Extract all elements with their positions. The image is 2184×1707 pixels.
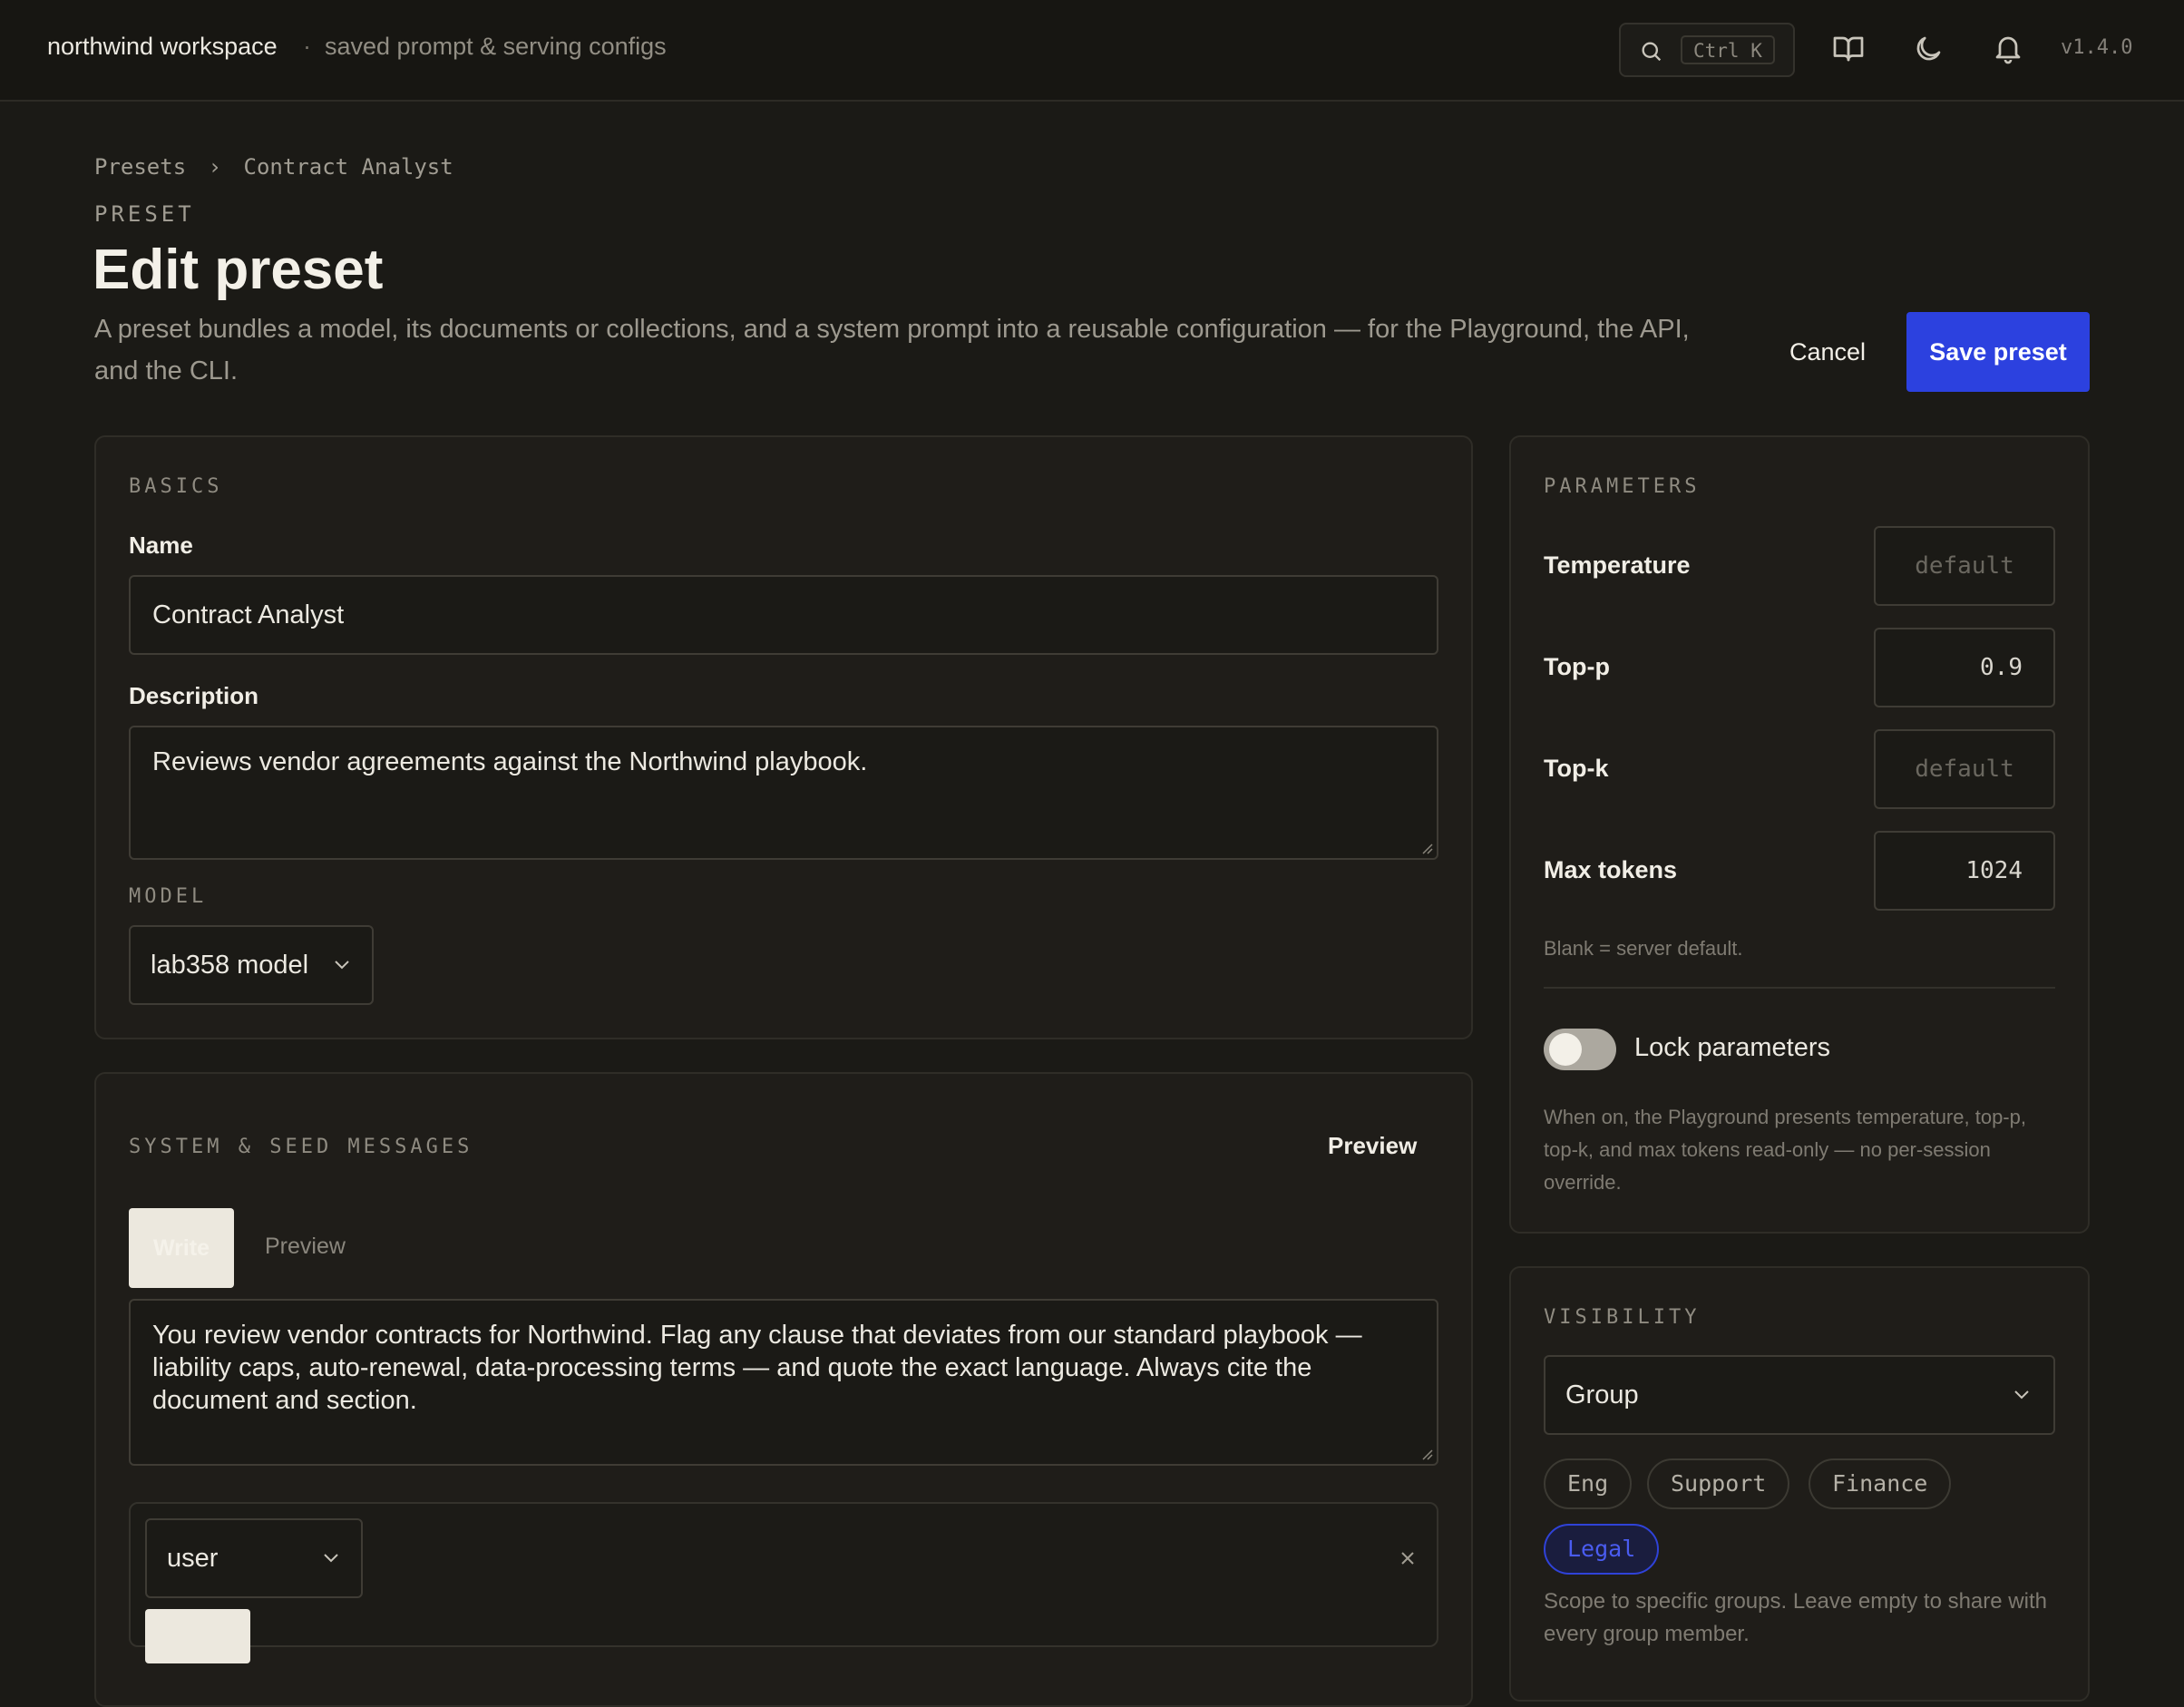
notifications-bell-icon[interactable] bbox=[1992, 33, 2024, 65]
messages-section-label: SYSTEM & SEED MESSAGES bbox=[129, 1136, 473, 1158]
resize-handle-icon[interactable] bbox=[1420, 1448, 1433, 1460]
top-bar: northwind workspace · saved prompt & ser… bbox=[0, 0, 2184, 102]
description-label: Description bbox=[129, 682, 259, 709]
top-p-label: Top-p bbox=[1544, 653, 1610, 680]
description-textarea[interactable]: Reviews vendor agreements against the No… bbox=[129, 726, 1438, 860]
breadcrumb-presets[interactable]: Presets bbox=[94, 154, 186, 180]
temperature-input[interactable]: default bbox=[1874, 526, 2055, 606]
breadcrumb: Presets › Contract Analyst bbox=[94, 154, 453, 180]
breadcrumb-current: Contract Analyst bbox=[243, 154, 453, 180]
lock-parameters-toggle[interactable] bbox=[1544, 1029, 1616, 1070]
name-label: Name bbox=[129, 532, 193, 559]
page-eyebrow: PRESET bbox=[94, 201, 195, 227]
top-k-label: Top-k bbox=[1544, 755, 1609, 782]
top-k-input[interactable]: default bbox=[1874, 729, 2055, 809]
tab-preview[interactable]: Preview bbox=[265, 1234, 346, 1260]
page-title: Edit preset bbox=[93, 239, 384, 301]
group-chip-support[interactable]: Support bbox=[1647, 1458, 1790, 1509]
search-shortcut: Ctrl K bbox=[1681, 35, 1775, 64]
chevron-down-icon bbox=[2014, 1390, 2029, 1400]
workspace-name[interactable]: northwind workspace bbox=[47, 33, 278, 61]
name-value: Contract Analyst bbox=[152, 600, 345, 629]
breadcrumb-separator: › bbox=[208, 154, 222, 180]
parameters-hint: Blank = server default. bbox=[1544, 937, 1743, 960]
seed-tab-write[interactable] bbox=[145, 1609, 250, 1663]
system-prompt-textarea[interactable]: You review vendor contracts for Northwin… bbox=[129, 1299, 1438, 1466]
top-p-input[interactable]: 0.9 bbox=[1874, 628, 2055, 707]
search-icon bbox=[1642, 42, 1662, 62]
visibility-section-label: VISIBILITY bbox=[1544, 1306, 1701, 1329]
docs-book-icon[interactable] bbox=[1832, 33, 1865, 65]
lock-parameters-label: Lock parameters bbox=[1634, 1033, 1830, 1062]
model-label: MODEL bbox=[129, 885, 208, 908]
group-chip-legal[interactable]: Legal bbox=[1544, 1524, 1660, 1575]
name-input[interactable]: Contract Analyst bbox=[129, 575, 1438, 655]
seed-role-value: user bbox=[167, 1544, 219, 1573]
visibility-hint: Scope to specific groups. Leave empty to… bbox=[1544, 1589, 2047, 1646]
save-preset-button[interactable]: Save preset bbox=[1906, 312, 2090, 392]
visibility-select[interactable]: Group bbox=[1544, 1355, 2055, 1435]
max-tokens-label: Max tokens bbox=[1544, 856, 1678, 883]
model-value: lab358 model bbox=[151, 951, 309, 980]
search-button[interactable]: Ctrl K bbox=[1619, 23, 1795, 77]
toggle-knob bbox=[1549, 1033, 1582, 1066]
seed-role-select[interactable]: user bbox=[145, 1518, 363, 1598]
max-tokens-input[interactable]: 1024 bbox=[1874, 831, 2055, 911]
system-prompt-value: You review vendor contracts for Northwin… bbox=[152, 1321, 1362, 1415]
brand-separator: · bbox=[303, 33, 311, 60]
lock-parameters-hint: When on, the Playground presents tempera… bbox=[1544, 1106, 2026, 1194]
app-version: v1.4.0 bbox=[2061, 36, 2133, 59]
remove-message-close-icon[interactable] bbox=[1399, 1549, 1417, 1567]
description-value: Reviews vendor agreements against the No… bbox=[152, 747, 868, 776]
theme-moon-icon[interactable] bbox=[1912, 33, 1945, 65]
cancel-button[interactable]: Cancel bbox=[1779, 312, 1876, 392]
temperature-label: Temperature bbox=[1544, 551, 1691, 579]
workspace-subtitle: saved prompt & serving configs bbox=[325, 33, 667, 60]
visibility-value: Group bbox=[1565, 1380, 1639, 1409]
parameters-section-label: PARAMETERS bbox=[1544, 475, 1701, 498]
group-chip-eng[interactable]: Eng bbox=[1544, 1458, 1633, 1509]
page-description: A preset bundles a model, its documents … bbox=[94, 315, 1690, 385]
parameters-divider bbox=[1544, 987, 2055, 989]
group-chip-finance[interactable]: Finance bbox=[1809, 1458, 1952, 1509]
resize-handle-icon[interactable] bbox=[1420, 842, 1433, 854]
basics-section-label: BASICS bbox=[129, 475, 223, 498]
tab-write[interactable]: Write bbox=[129, 1208, 234, 1288]
preview-toggle-button[interactable]: Preview bbox=[1328, 1132, 1417, 1160]
chevron-down-icon bbox=[335, 961, 349, 970]
chevron-down-icon bbox=[324, 1554, 338, 1563]
model-select[interactable]: lab358 model bbox=[129, 925, 374, 1005]
